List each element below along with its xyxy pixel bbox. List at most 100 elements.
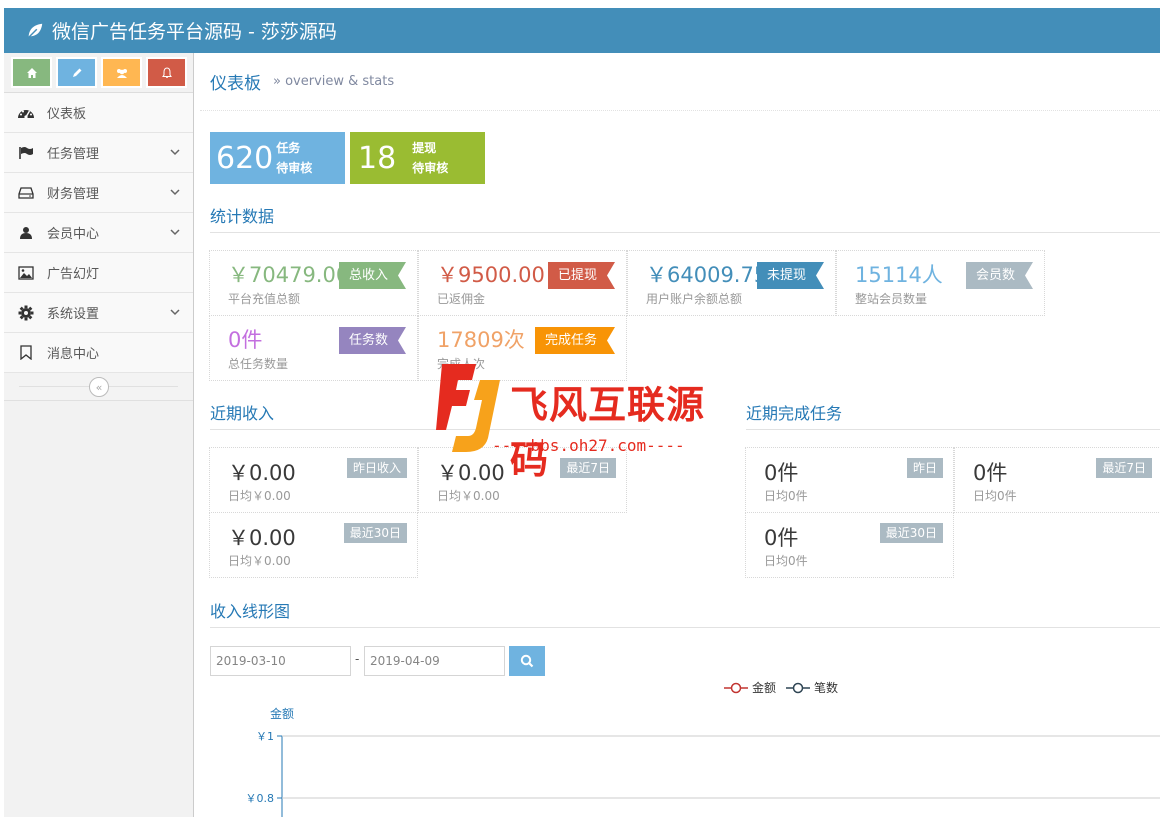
watermark-text: 飞风互联源码 (510, 383, 706, 482)
date-from-input[interactable] (210, 646, 351, 676)
stats-section-header: 统计数据 (210, 203, 1160, 233)
stat-value: 0件 (228, 328, 263, 352)
infobox-line2: 待审核 (412, 161, 449, 175)
chart-legend: 金额 笔数 (724, 679, 838, 696)
legend-label: 金额 (752, 681, 777, 695)
brand-title[interactable]: 微信广告任务平台源码 - 莎莎源码 (52, 17, 337, 44)
infobox-text: 提现 待审核 (412, 138, 448, 178)
completed-desc: 日均0件 (764, 489, 808, 503)
income-desc: 日均￥0.00 (228, 489, 291, 503)
stat-desc: 整站会员数量 (855, 292, 928, 306)
y-tick-label: ￥1 (256, 730, 274, 743)
stat-badge: 总收入 (339, 262, 406, 289)
stat-value: 17809次 (437, 328, 525, 352)
infobox-number: 18 (358, 140, 397, 176)
users-icon (116, 68, 127, 78)
legend-item-amount[interactable]: 金额 (724, 679, 776, 696)
gear-icon (17, 304, 35, 322)
search-button[interactable] (509, 646, 545, 676)
stat-value: ￥64009.75 (646, 263, 768, 287)
completed-tag: 昨日 (906, 458, 943, 478)
sidebar-item-label: 会员中心 (47, 227, 100, 242)
sidebar-item-ads[interactable]: 广告幻灯 (4, 253, 193, 293)
chevron-down-icon (170, 309, 180, 316)
sidebar-item-label: 财务管理 (47, 187, 100, 202)
date-to-input[interactable] (364, 646, 505, 676)
sidebar-item-messages[interactable]: 消息中心 (4, 333, 193, 373)
stat-box: ￥9500.00 已返佣金 已提现 (418, 250, 627, 316)
shortcut-home-button[interactable] (11, 57, 52, 88)
chevron-down-icon (170, 189, 180, 196)
stat-badge: 任务数 (339, 327, 406, 354)
pending-withdraw-infobox[interactable]: 18 提现 待审核 (350, 132, 485, 184)
stat-box: 0件 总任务数量 任务数 (209, 315, 418, 381)
infobox-line1: 任务 (276, 141, 301, 155)
income-value: ￥0.00 (228, 526, 296, 550)
stat-box: 15114人 整站会员数量 会员数 (836, 250, 1045, 316)
infobox-number: 620 (216, 140, 274, 176)
income-value: ￥0.00 (437, 461, 505, 485)
shortcut-notify-button[interactable] (146, 57, 187, 88)
completed-section-header: 近期完成任务 (746, 400, 1160, 430)
income-tag: 最近30日 (343, 523, 407, 543)
income-line-chart: 金额 ￥1 ￥0.8 (246, 706, 1160, 817)
legend-label: 笔数 (814, 681, 839, 695)
sidebar-item-label: 系统设置 (47, 307, 100, 322)
completed-box-yesterday: 0件 日均0件 昨日 (745, 447, 954, 513)
legend-marker (724, 682, 748, 693)
chevron-down-icon (170, 229, 180, 236)
navbar: 微信广告任务平台源码 - 莎莎源码 (4, 8, 1160, 53)
infobox-text: 任务 待审核 (276, 138, 312, 178)
stat-desc: 总任务数量 (228, 357, 289, 371)
top-stripe (0, 0, 1160, 8)
stat-box: ￥64009.75 用户账户余额总额 未提现 (627, 250, 836, 316)
sidebar-collapse-bar: « (4, 373, 193, 401)
completed-desc: 日均0件 (764, 554, 808, 568)
double-chevron-left-icon: « (95, 380, 103, 394)
completed-value: 0件 (764, 461, 799, 485)
pending-tasks-infobox[interactable]: 620 任务 待审核 (210, 132, 345, 184)
sidebar: 仪表板 任务管理 财务管理 会员中心 广告幻灯 系统设置 消息中心 « (4, 53, 194, 817)
main-content: 仪表板 » overview & stats 620 任务 待审核 18 提现 … (194, 53, 1160, 817)
sidebar-item-dashboard[interactable]: 仪表板 (4, 93, 193, 133)
watermark-url: ----bbs.oh27.com---- (492, 436, 685, 455)
page-header: 仪表板 » overview & stats (200, 53, 1160, 111)
section-title: 近期完成任务 (746, 404, 843, 423)
income-desc: 日均￥0.00 (228, 554, 291, 568)
stat-badge: 未提现 (757, 262, 824, 289)
shortcut-edit-button[interactable] (56, 57, 97, 88)
sidebar-item-label: 广告幻灯 (47, 267, 100, 282)
stat-value: ￥70479.00 (228, 263, 350, 287)
hdd-icon (17, 184, 35, 202)
page-title: 仪表板 (210, 74, 261, 94)
income-desc: 日均￥0.00 (437, 489, 500, 503)
home-icon (26, 67, 37, 78)
sidebar-item-finance[interactable]: 财务管理 (4, 173, 193, 213)
section-title: 收入线形图 (210, 602, 291, 621)
sidebar-item-label: 消息中心 (47, 347, 100, 362)
infobox-line1: 提现 (412, 141, 437, 155)
sidebar-item-settings[interactable]: 系统设置 (4, 293, 193, 333)
shortcut-users-button[interactable] (101, 57, 142, 88)
flag-icon (17, 144, 35, 162)
stat-badge: 已提现 (548, 262, 615, 289)
page-subtitle: » overview & stats (273, 74, 395, 89)
completed-box-30days: 0件 日均0件 最近30日 (745, 512, 954, 578)
sidebar-item-tasks[interactable]: 任务管理 (4, 133, 193, 173)
stat-box: ￥70479.00 平台充值总额 总收入 (209, 250, 418, 316)
chart-section-header: 收入线形图 (210, 598, 1160, 628)
watermark: 飞风互联源码 ----bbs.oh27.com---- (432, 360, 732, 482)
stat-value: ￥9500.00 (437, 263, 545, 287)
legend-item-count[interactable]: 笔数 (786, 679, 838, 696)
leaf-icon (27, 23, 43, 39)
stat-badge: 完成任务 (535, 327, 615, 354)
sidebar-item-label: 仪表板 (47, 107, 87, 122)
section-title: 近期收入 (210, 404, 275, 423)
chevron-down-icon (170, 149, 180, 156)
picture-icon (17, 264, 35, 282)
sidebar-item-members[interactable]: 会员中心 (4, 213, 193, 253)
collapse-sidebar-button[interactable]: « (89, 377, 109, 397)
legend-marker (786, 682, 811, 693)
dashboard-icon (17, 104, 35, 122)
section-title: 统计数据 (210, 207, 275, 226)
